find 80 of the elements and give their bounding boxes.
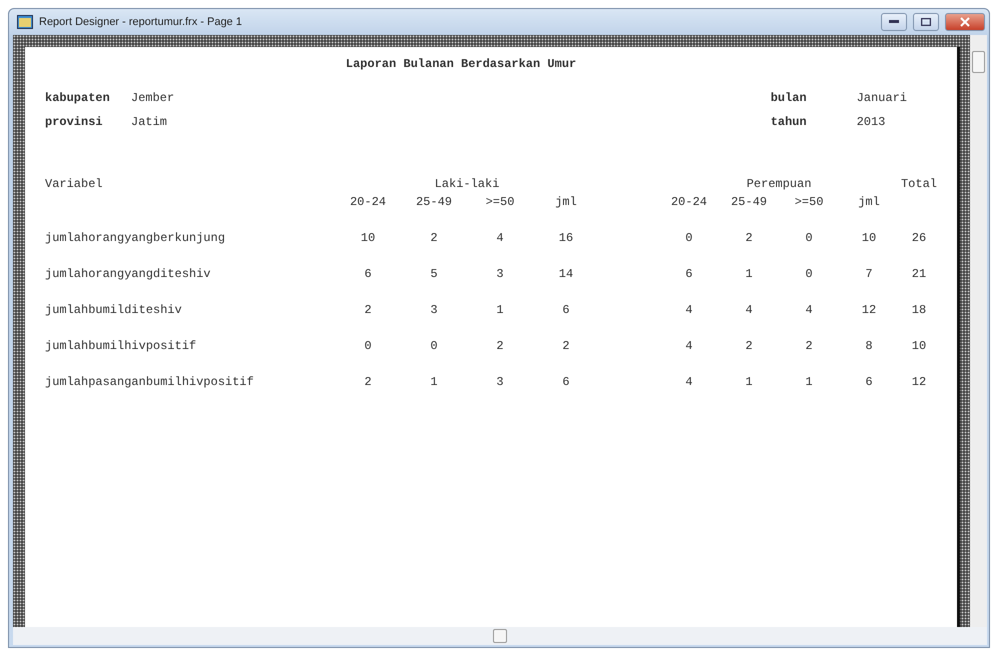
- row-label: jumlahbumilhivpositif: [45, 338, 198, 355]
- table-cell-text: 8: [864, 338, 874, 355]
- table-cell-text: 4: [684, 302, 694, 319]
- table-cell-text: 4: [684, 338, 694, 355]
- minimize-button[interactable]: [881, 13, 907, 31]
- column-header: Variabel: [45, 176, 104, 193]
- table-cell-text: 2: [744, 230, 754, 247]
- table-cell-text: 4: [804, 302, 814, 319]
- table-cell-text: 10: [360, 230, 376, 247]
- window-title: Report Designer - reportumur.frx - Page 1: [39, 14, 242, 30]
- horizontal-scrollbar[interactable]: [13, 627, 987, 645]
- table-cell-text: 0: [804, 230, 814, 247]
- table-cell-text: 12: [910, 374, 928, 391]
- maximize-button[interactable]: [913, 13, 939, 31]
- column-header: >=50: [794, 194, 824, 211]
- column-header: jml: [857, 194, 881, 211]
- field-label: bulan: [770, 90, 808, 107]
- table-cell-text: 4: [495, 230, 505, 247]
- table-cell-text: 1: [804, 374, 814, 391]
- table-cell-text: 3: [429, 302, 439, 319]
- table-cell-text: 10: [860, 230, 878, 247]
- table-cell-text: 21: [910, 266, 928, 283]
- column-header: 25-49: [414, 194, 453, 211]
- table-cell-text: 10: [910, 338, 928, 355]
- row-label: jumlahorangyangberkunjung: [45, 230, 226, 247]
- table-cell-text: 16: [558, 230, 574, 247]
- table-cell-text: 0: [429, 338, 439, 355]
- minimize-icon: [889, 20, 899, 24]
- table-cell-text: 7: [864, 266, 874, 283]
- table-cell-text: 4: [744, 302, 754, 319]
- field-label: kabupaten: [45, 90, 111, 107]
- table-cell-text: 1: [744, 266, 754, 283]
- column-header: jml: [554, 194, 578, 211]
- row-label: jumlahbumilditeshiv: [45, 302, 183, 319]
- table-cell-text: 2: [561, 338, 571, 355]
- table-cell-text: 2: [804, 338, 814, 355]
- table-cell-text: 14: [558, 266, 574, 283]
- group-header: Laki-laki: [434, 176, 500, 193]
- table-cell-text: 3: [495, 374, 505, 391]
- table-cell-text: 3: [495, 266, 505, 283]
- column-header: Total: [900, 176, 938, 193]
- field-value: Jember: [131, 90, 174, 107]
- table-cell-text: 6: [561, 302, 571, 319]
- table-cell-text: 26: [910, 230, 928, 247]
- field-label: tahun: [770, 114, 808, 131]
- table-cell-text: 18: [910, 302, 928, 319]
- table-cell-text: 2: [363, 302, 373, 319]
- table-cell-text: 6: [864, 374, 874, 391]
- column-header: 25-49: [730, 194, 768, 211]
- app-icon: [17, 15, 33, 29]
- column-header: >=50: [484, 194, 516, 211]
- table-cell-text: 0: [363, 338, 373, 355]
- table-cell-text: 1: [495, 302, 505, 319]
- field-label: provinsi: [45, 114, 104, 131]
- table-cell-text: 5: [429, 266, 439, 283]
- table-cell-text: 12: [860, 302, 878, 319]
- table-cell-text: 2: [744, 338, 754, 355]
- table-cell-text: 0: [684, 230, 694, 247]
- close-icon: [960, 17, 970, 27]
- group-header: Perempuan: [746, 176, 812, 193]
- column-header: 20-24: [670, 194, 708, 211]
- field-value: Jatim: [131, 114, 168, 131]
- close-button[interactable]: [945, 13, 985, 31]
- table-cell-text: 1: [429, 374, 439, 391]
- row-label: jumlahorangyangditeshiv: [45, 266, 212, 283]
- maximize-icon: [921, 18, 931, 26]
- table-cell-text: 2: [363, 374, 373, 391]
- table-cell-text: 6: [561, 374, 571, 391]
- field-value: Januari: [856, 90, 907, 107]
- column-header: 20-24: [348, 194, 387, 211]
- field-value: 2013: [856, 114, 886, 131]
- table-cell-text: 2: [429, 230, 439, 247]
- table-cell-text: 0: [804, 266, 814, 283]
- table-cell-text: 1: [744, 374, 754, 391]
- report-title: Laporan Bulanan Berdasarkan Umur: [344, 56, 578, 73]
- table-cell-text: 4: [684, 374, 694, 391]
- table-cell-text: 6: [363, 266, 373, 283]
- table-cell-text: 6: [684, 266, 694, 283]
- table-cell-text: 2: [495, 338, 505, 355]
- row-label: jumlahpasanganbumilhivpositif: [45, 374, 255, 391]
